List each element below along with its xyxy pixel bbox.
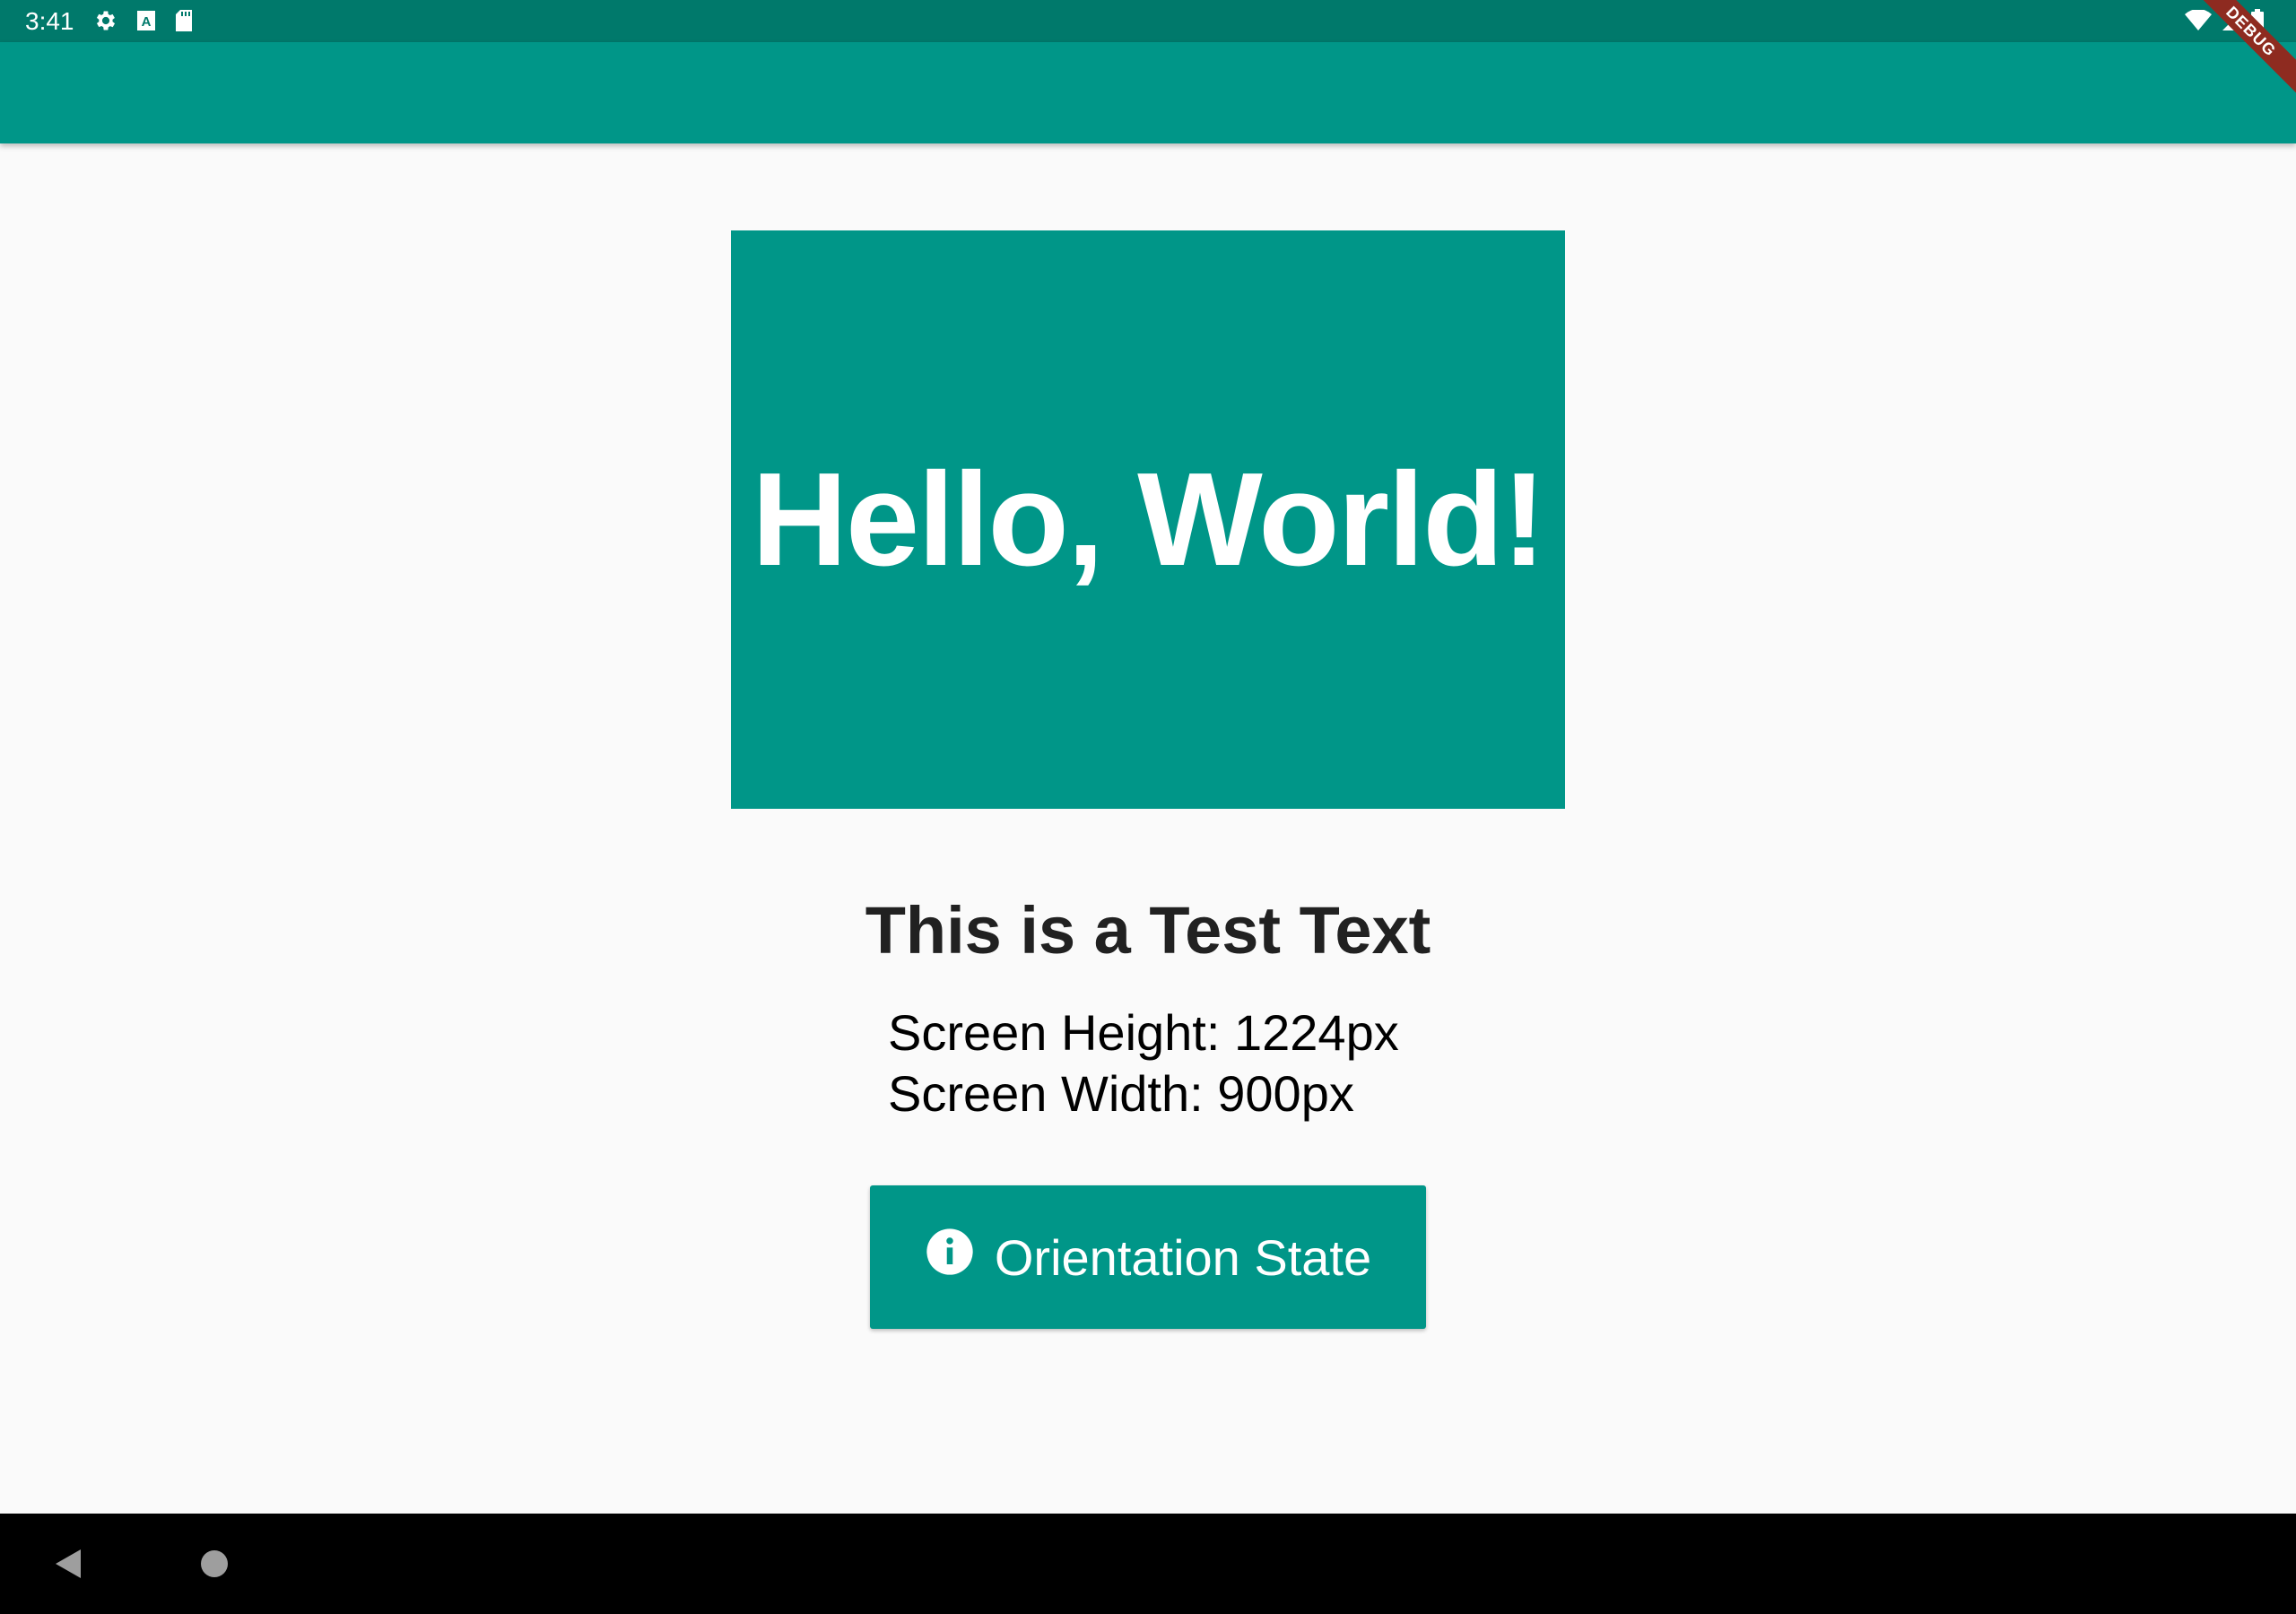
status-bar: 3:41 A	[0, 0, 2296, 42]
font-a-icon: A	[136, 10, 156, 36]
subtitle-text: This is a Test Text	[865, 893, 1431, 968]
screen-height-text: Screen Height: 1224px	[888, 1004, 1399, 1061]
hero-box: Hello, World!	[731, 230, 1565, 809]
screen-dimensions: Screen Height: 1224px Screen Width: 900p…	[888, 1002, 1399, 1124]
wifi-icon	[2185, 9, 2212, 36]
home-icon[interactable]	[201, 1550, 228, 1577]
navigation-bar	[0, 1514, 2296, 1614]
screen-width-text: Screen Width: 900px	[888, 1065, 1354, 1122]
hero-text: Hello, World!	[752, 445, 1546, 594]
orientation-state-button[interactable]: Orientation State	[870, 1185, 1426, 1329]
status-icons-left: A	[93, 8, 194, 38]
svg-text:A: A	[142, 14, 152, 30]
info-icon	[925, 1227, 975, 1289]
sd-card-icon	[174, 9, 194, 37]
orientation-state-label: Orientation State	[994, 1228, 1372, 1286]
gear-icon	[93, 8, 118, 38]
back-icon[interactable]	[54, 1548, 83, 1584]
main-content: Hello, World! This is a Test Text Screen…	[0, 143, 2296, 1514]
status-time: 3:41	[25, 7, 74, 35]
app-bar	[0, 42, 2296, 143]
